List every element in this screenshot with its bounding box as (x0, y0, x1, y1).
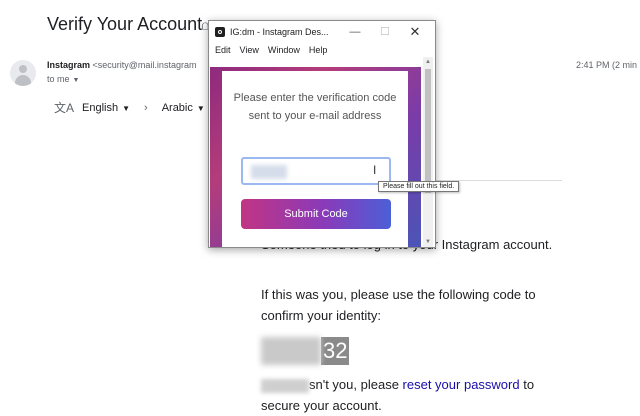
menu-window[interactable]: Window (268, 45, 300, 55)
close-button[interactable]: ✕ (401, 21, 429, 43)
email-timestamp: 2:41 PM (2 min (576, 60, 638, 70)
maximize-button[interactable]: ☐ (371, 21, 399, 43)
email-subject: Verify Your Account (47, 14, 203, 34)
blurred-code-digits (261, 337, 321, 365)
window-content: Please enter the verification code sent … (210, 67, 421, 247)
submit-code-button[interactable]: Submit Code (241, 199, 391, 229)
translate-icon: 文A (54, 101, 75, 115)
scroll-up-icon[interactable]: ▲ (423, 57, 433, 67)
window-titlebar[interactable]: IG:dm - Instagram Des... — ☐ ✕ (209, 21, 435, 43)
instagram-desktop-window: IG:dm - Instagram Des... — ☐ ✕ Edit View… (208, 20, 436, 248)
caret-down-icon: ▼ (122, 103, 131, 113)
reset-password-link[interactable]: reset your password (403, 377, 520, 392)
menu-view[interactable]: View (240, 45, 259, 55)
scroll-thumb[interactable] (425, 69, 431, 193)
chevron-down-icon: ▼ (72, 77, 80, 84)
window-title: IG:dm - Instagram Des... (230, 27, 329, 37)
vertical-scrollbar[interactable]: ▲ ▼ (423, 57, 433, 247)
verification-card: Please enter the verification code sent … (222, 71, 408, 247)
sender-avatar (10, 60, 36, 86)
target-language-select[interactable]: Arabic ▼ (162, 102, 205, 114)
verification-code: 32 (261, 337, 350, 365)
instagram-app-icon (215, 27, 225, 37)
email-body-line-4: secure your account. (261, 398, 382, 413)
verification-prompt: Please enter the verification code sent … (233, 92, 397, 122)
validation-tooltip: Please fill out this field. (378, 181, 460, 192)
menu-bar: Edit View Window Help (209, 43, 435, 57)
verification-code-input[interactable]: I (241, 157, 391, 185)
arrow-right-icon: › (144, 101, 148, 114)
email-body-line-2: If this was you, please use the followin… (261, 287, 536, 323)
menu-edit[interactable]: Edit (215, 45, 231, 55)
blurred-input-value (251, 165, 287, 179)
sender-line: Instagram <security@mail.instagram (47, 60, 196, 70)
scroll-down-icon[interactable]: ▼ (423, 237, 433, 247)
blurred-text (261, 378, 309, 393)
menu-help[interactable]: Help (309, 45, 328, 55)
email-body-line-3: sn't you, please reset your password to (261, 374, 581, 395)
minimize-button[interactable]: — (341, 21, 369, 43)
code-visible-digits: 32 (321, 337, 350, 365)
translate-bar: 文A English ▼ › Arabic ▼ (54, 99, 205, 116)
caret-down-icon: ▼ (196, 103, 205, 113)
person-icon (19, 65, 27, 73)
sender-address: <security@mail.instagram (92, 60, 197, 70)
text-cursor-icon: I (373, 163, 377, 177)
sender-name: Instagram (47, 60, 91, 70)
recipient-toggle[interactable]: to me ▼ (47, 74, 79, 84)
source-language-select[interactable]: English ▼ (82, 102, 130, 114)
recipient-label: to me (47, 74, 70, 84)
